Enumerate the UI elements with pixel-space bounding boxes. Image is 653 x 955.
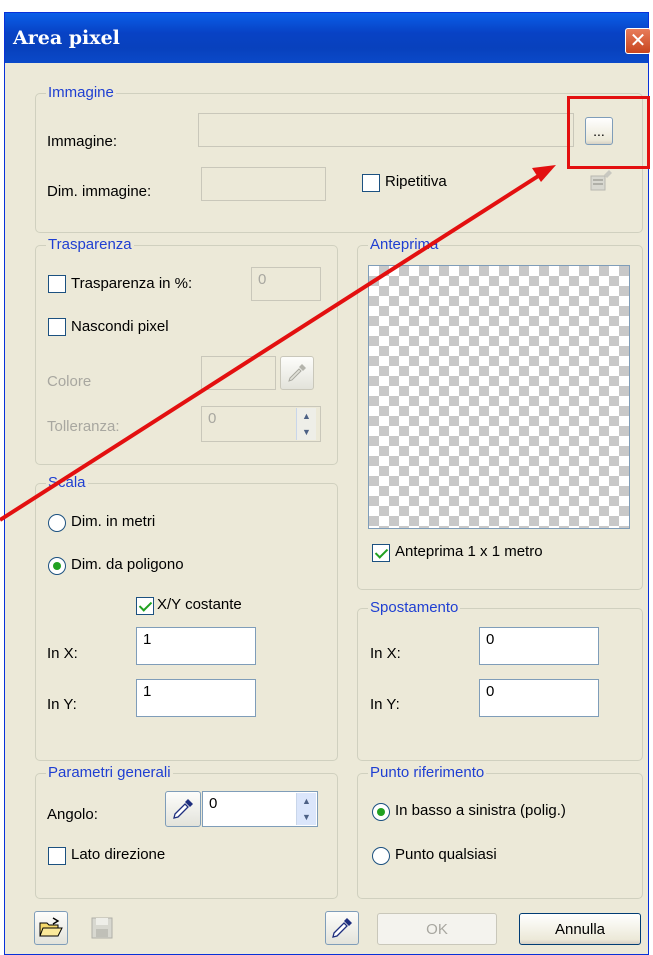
annotation-arrow bbox=[0, 165, 556, 522]
